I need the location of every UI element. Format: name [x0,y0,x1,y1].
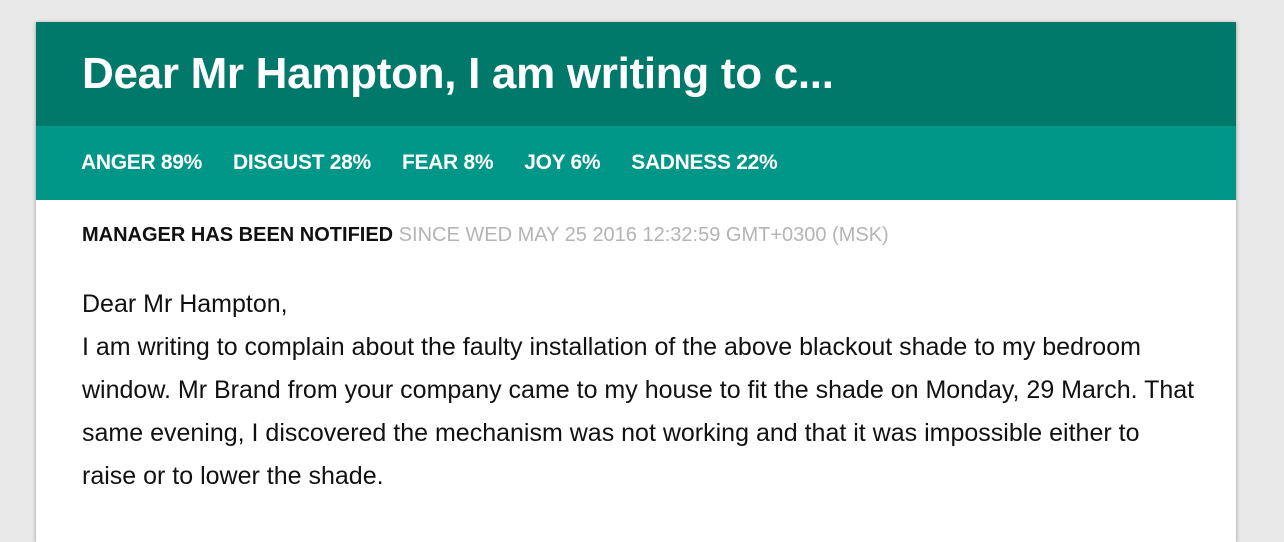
message-title: Dear Mr Hampton, I am writing to c... [82,49,834,98]
emotion-bar: ANGER 89% DISGUST 28% FEAR 8% JOY 6% SAD… [36,126,1236,200]
card-header: Dear Mr Hampton, I am writing to c... [36,22,1236,126]
status-label: MANAGER HAS BEEN NOTIFIED [82,224,394,246]
letter-paragraph: I am writing to complain about the fault… [82,333,1195,490]
emotion-joy: JOY 6% [524,151,601,174]
message-body: Dear Mr Hampton, I am writing to complai… [36,247,1236,498]
status-timestamp: SINCE WED MAY 25 2016 12:32:59 GMT+0300 … [398,224,889,246]
letter-greeting: Dear Mr Hampton, [82,290,288,318]
emotion-anger: ANGER 89% [81,151,203,174]
message-card: Dear Mr Hampton, I am writing to c... AN… [36,22,1236,542]
emotion-sadness: SADNESS 22% [631,151,778,174]
emotion-disgust: DISGUST 28% [233,151,371,174]
emotion-fear: FEAR 8% [401,151,494,174]
notification-status: MANAGER HAS BEEN NOTIFIED SINCE WED MAY … [36,200,1236,247]
